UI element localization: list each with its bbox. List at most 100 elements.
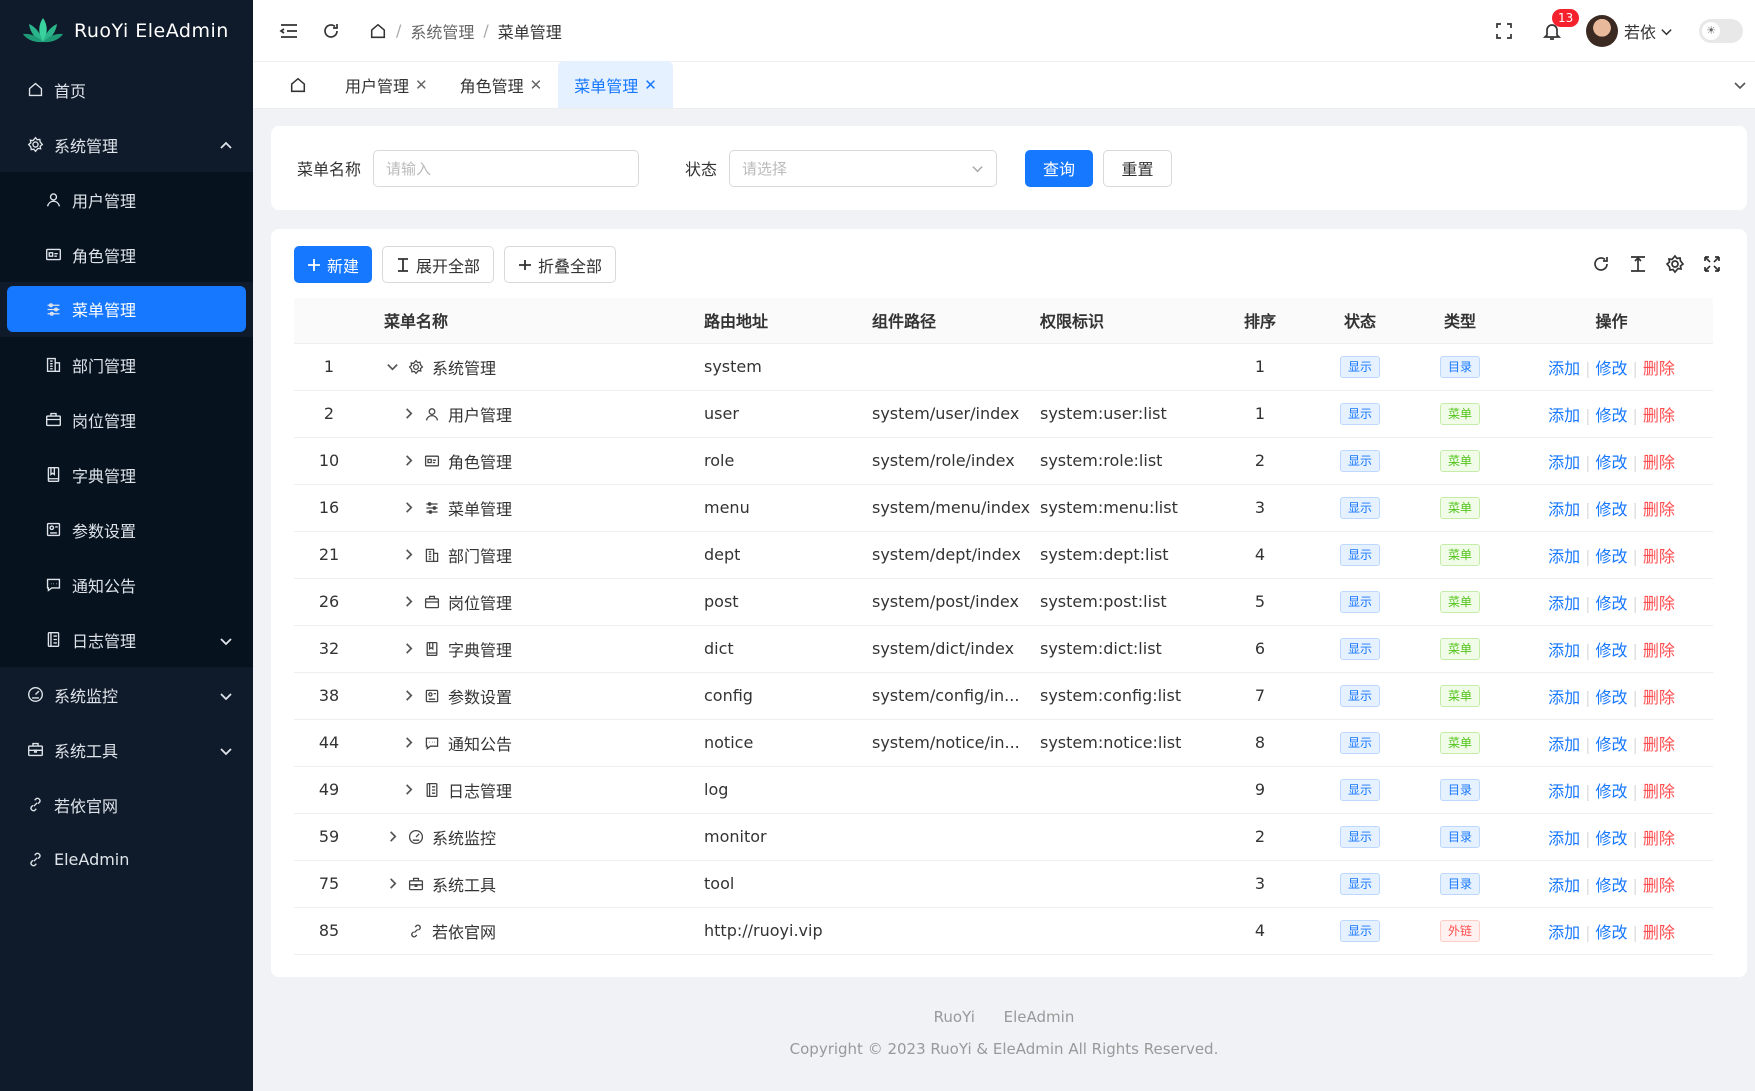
sidebar-item[interactable]: 首页 <box>0 62 253 117</box>
delete-link[interactable]: 删除 <box>1643 641 1675 660</box>
delete-link[interactable]: 删除 <box>1643 453 1675 472</box>
chevron-right-icon[interactable] <box>384 876 400 892</box>
delete-link[interactable]: 删除 <box>1643 406 1675 425</box>
chevron-right-icon[interactable] <box>400 500 416 516</box>
edit-link[interactable]: 修改 <box>1595 641 1627 660</box>
breadcrumb-item[interactable]: 系统管理 <box>410 19 474 43</box>
add-link[interactable]: 添加 <box>1548 594 1580 613</box>
fullscreen-icon[interactable] <box>1702 254 1722 274</box>
add-link[interactable]: 添加 <box>1548 735 1580 754</box>
add-link[interactable]: 添加 <box>1548 688 1580 707</box>
chevron-right-icon[interactable] <box>400 594 416 610</box>
add-link[interactable]: 添加 <box>1548 547 1580 566</box>
sidebar-item[interactable]: 系统管理 <box>0 117 253 172</box>
bell-icon[interactable]: 13 <box>1542 9 1580 41</box>
tab[interactable]: 菜单管理 ✕ <box>558 61 673 108</box>
query-button[interactable]: 查询 <box>1025 149 1094 187</box>
add-link[interactable]: 添加 <box>1548 782 1580 801</box>
reset-button[interactable]: 重置 <box>1103 149 1173 187</box>
sidebar-item[interactable]: 日志管理 <box>0 612 253 667</box>
edit-link[interactable]: 修改 <box>1595 688 1627 707</box>
menu-name: 系统管理 <box>432 358 497 378</box>
edit-link[interactable]: 修改 <box>1595 735 1627 754</box>
chevron-down-icon[interactable] <box>1733 78 1747 96</box>
edit-link[interactable]: 修改 <box>1595 547 1627 566</box>
home-icon[interactable] <box>369 22 387 40</box>
delete-link[interactable]: 删除 <box>1643 876 1675 895</box>
menu-fold-icon[interactable] <box>279 21 299 41</box>
sidebar-item[interactable]: 参数设置 <box>0 502 253 557</box>
menu-table: 菜单名称 路由地址 组件路径 权限标识 排序 状态 类型 操作 1 系统管理 s… <box>294 298 1713 955</box>
user-menu[interactable]: 若依 <box>1585 15 1673 47</box>
chevron-right-icon[interactable] <box>400 641 416 657</box>
add-link[interactable]: 添加 <box>1548 923 1580 942</box>
close-icon[interactable]: ✕ <box>644 76 657 94</box>
edit-link[interactable]: 修改 <box>1595 500 1627 519</box>
delete-link[interactable]: 删除 <box>1643 923 1675 942</box>
refresh-icon[interactable] <box>321 21 341 41</box>
tab[interactable]: 角色管理 ✕ <box>444 61 559 108</box>
sidebar-item[interactable]: 通知公告 <box>0 557 253 612</box>
column-height-icon[interactable] <box>1628 254 1648 274</box>
sidebar-item[interactable]: 若依官网 <box>0 777 253 832</box>
edit-link[interactable]: 修改 <box>1595 782 1627 801</box>
sidebar-item[interactable]: 菜单管理 <box>7 286 246 332</box>
expand-all-button[interactable]: 展开全部 <box>382 246 495 283</box>
status-select[interactable]: 请选择 <box>729 149 998 187</box>
delete-link[interactable]: 删除 <box>1643 735 1675 754</box>
edit-link[interactable]: 修改 <box>1595 829 1627 848</box>
add-link[interactable]: 添加 <box>1548 359 1580 378</box>
settings-icon[interactable] <box>1665 254 1685 274</box>
edit-link[interactable]: 修改 <box>1595 359 1627 378</box>
delete-link[interactable]: 删除 <box>1643 688 1675 707</box>
table-row: 16 菜单管理 menu system/menu/index system:me… <box>294 484 1713 532</box>
sidebar-item[interactable]: 系统监控 <box>0 667 253 722</box>
edit-link[interactable]: 修改 <box>1595 876 1627 895</box>
delete-link[interactable]: 删除 <box>1643 500 1675 519</box>
chevron-right-icon[interactable] <box>400 453 416 469</box>
add-link[interactable]: 添加 <box>1548 876 1580 895</box>
edit-link[interactable]: 修改 <box>1595 406 1627 425</box>
chevron-right-icon[interactable] <box>400 406 416 422</box>
delete-link[interactable]: 删除 <box>1643 547 1675 566</box>
chevron-right-icon[interactable] <box>400 547 416 563</box>
sidebar-item[interactable]: 系统工具 <box>0 722 253 777</box>
theme-toggle[interactable]: ☀ <box>1699 19 1743 43</box>
chevron-right-icon[interactable] <box>400 735 416 751</box>
delete-link[interactable]: 删除 <box>1643 829 1675 848</box>
chevron-right-icon[interactable] <box>400 688 416 704</box>
close-icon[interactable]: ✕ <box>530 76 543 94</box>
sidebar-item[interactable]: 用户管理 <box>0 172 253 227</box>
add-link[interactable]: 添加 <box>1548 641 1580 660</box>
sidebar-item[interactable]: 角色管理 <box>0 227 253 282</box>
add-link[interactable]: 添加 <box>1548 500 1580 519</box>
edit-link[interactable]: 修改 <box>1595 453 1627 472</box>
add-link[interactable]: 添加 <box>1548 453 1580 472</box>
tab[interactable]: 用户管理 ✕ <box>329 61 444 108</box>
footer-link[interactable]: EleAdmin <box>1004 1008 1075 1026</box>
sidebar-item[interactable]: 字典管理 <box>0 447 253 502</box>
type-badge: 菜单 <box>1439 543 1480 566</box>
menu-name-input[interactable]: 请输入 <box>373 149 640 187</box>
edit-link[interactable]: 修改 <box>1595 594 1627 613</box>
chevron-right-icon[interactable] <box>400 782 416 798</box>
delete-link[interactable]: 删除 <box>1643 359 1675 378</box>
sidebar-item[interactable]: 部门管理 <box>0 337 253 392</box>
delete-link[interactable]: 删除 <box>1643 594 1675 613</box>
sidebar-item[interactable]: EleAdmin <box>0 832 253 887</box>
fullscreen-icon[interactable] <box>1494 21 1514 41</box>
sidebar-item[interactable]: 岗位管理 <box>0 392 253 447</box>
refresh-icon[interactable] <box>1591 254 1611 274</box>
delete-link[interactable]: 删除 <box>1643 782 1675 801</box>
chevron-down-icon[interactable] <box>384 359 400 375</box>
add-link[interactable]: 添加 <box>1548 829 1580 848</box>
tab-home[interactable] <box>253 61 329 108</box>
close-icon[interactable]: ✕ <box>415 76 428 94</box>
chevron-right-icon[interactable] <box>384 829 400 845</box>
footer-link[interactable]: RuoYi <box>934 1008 975 1026</box>
edit-link[interactable]: 修改 <box>1595 923 1627 942</box>
collapse-all-button[interactable]: 折叠全部 <box>504 246 617 283</box>
component-path: system/dict/index <box>872 625 1040 673</box>
add-link[interactable]: 添加 <box>1548 406 1580 425</box>
new-button[interactable]: 新建 <box>294 246 373 283</box>
